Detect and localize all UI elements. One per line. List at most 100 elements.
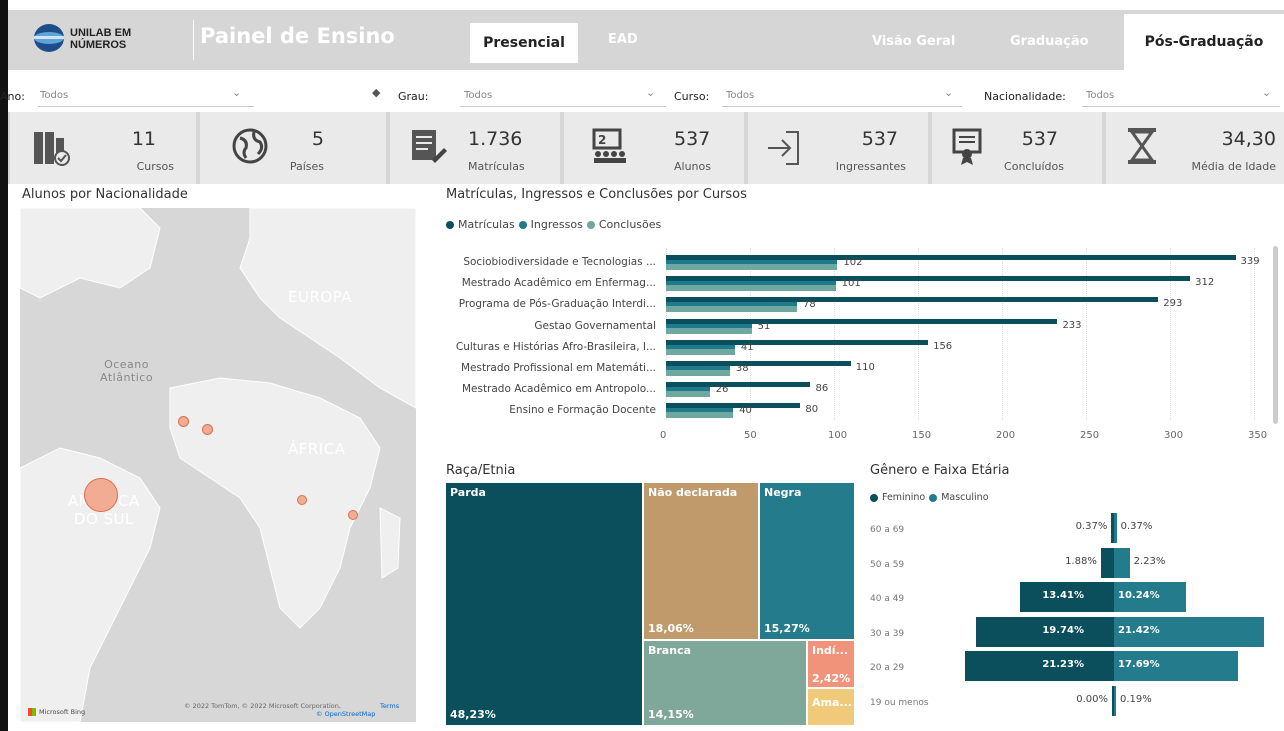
filter-ano-label: Ano: bbox=[0, 90, 25, 103]
bar-ingressos bbox=[666, 366, 730, 370]
map-label-oceano: Oceano Atlântico bbox=[100, 358, 154, 384]
tab-graduacao[interactable]: Graduação bbox=[1010, 34, 1089, 49]
chevron-down-icon[interactable]: ⌄ bbox=[646, 86, 655, 99]
bar-category-label: Culturas e Histórias Afro-Brasileira, I.… bbox=[455, 340, 656, 353]
map-osm-link[interactable]: © OpenStreetMap bbox=[316, 710, 375, 718]
chevron-down-icon[interactable]: ⌄ bbox=[1262, 86, 1271, 99]
map-bubble-angola[interactable] bbox=[297, 495, 307, 505]
treemap-pct-parda: 48,23% bbox=[450, 708, 496, 721]
bar-matriculas bbox=[666, 403, 801, 409]
treemap-title: Raça/Etnia bbox=[446, 463, 516, 478]
filter-nacionalidade-value[interactable]: Todos bbox=[1086, 90, 1114, 101]
x-gridline bbox=[1086, 248, 1087, 420]
treemap-label-negra: Negra bbox=[764, 486, 802, 499]
bar-value-matriculas: 312 bbox=[1195, 277, 1215, 289]
map-bubble-guine-bissau[interactable] bbox=[178, 416, 189, 427]
pyramid-bar-feminino bbox=[1112, 685, 1114, 716]
x-gridline bbox=[1002, 248, 1003, 420]
chart-scrollbar[interactable] bbox=[1273, 246, 1278, 424]
treemap-cell-parda[interactable]: Parda 48,23% bbox=[446, 483, 642, 725]
kpi-row: 11 Cursos 5 Países 1.736 Matrículas 2 53… bbox=[8, 112, 1284, 184]
x-tick-label: 150 bbox=[912, 430, 932, 441]
kpi-alunos: 2 537 Alunos bbox=[564, 112, 744, 184]
treemap-label-parda: Parda bbox=[450, 486, 486, 499]
x-gridline bbox=[1254, 248, 1255, 420]
bar-chart-legend: Matrículas Ingressos Conclusões bbox=[446, 218, 661, 231]
filter-ano-value[interactable]: Todos bbox=[40, 90, 68, 101]
map-bubble-mocambique[interactable] bbox=[348, 510, 358, 520]
bar-value-matriculas: 80 bbox=[805, 404, 819, 416]
bar-value-ingressos: 26 bbox=[715, 384, 729, 396]
bing-logo: Microsoft Bing bbox=[28, 708, 85, 716]
bar-value-matriculas: 86 bbox=[815, 383, 829, 395]
pyramid-bar-feminino bbox=[1111, 513, 1114, 543]
document-pen-icon bbox=[412, 130, 447, 163]
tab-pos-graduacao[interactable]: Pós-Graduação bbox=[1124, 14, 1284, 70]
bar-category-label: Programa de Pós-Graduação Interdi... bbox=[458, 298, 656, 311]
bar-value-ingressos: 41 bbox=[740, 341, 754, 353]
bar-matriculas bbox=[666, 318, 1058, 324]
pyramid-legend: Feminino Masculino bbox=[870, 492, 989, 503]
map-bubble-guine[interactable] bbox=[202, 424, 213, 435]
nationality-map[interactable]: EUROPA Oceano Atlântico ÁFRICA AMÉRICA D… bbox=[20, 208, 416, 722]
bar-matriculas bbox=[666, 361, 851, 366]
chevron-down-icon[interactable]: ⌄ bbox=[232, 86, 241, 99]
kpi-cursos-label: Cursos bbox=[136, 160, 174, 173]
pyramid-value-feminino: 21.23% bbox=[1042, 659, 1084, 670]
kpi-concluidos-value: 537 bbox=[1021, 128, 1058, 150]
legend-label-matriculas: Matrículas bbox=[458, 218, 515, 231]
filter-grau-underline bbox=[460, 106, 666, 107]
treemap-label-indigena: Indí... bbox=[812, 644, 849, 657]
treemap-cell-amarela[interactable]: Ama... bbox=[808, 689, 854, 725]
books-icon bbox=[34, 132, 70, 166]
map-terms-link[interactable]: Terms bbox=[380, 702, 399, 710]
kpi-matriculas: 1.736 Matrículas bbox=[390, 112, 560, 184]
x-gridline bbox=[1170, 248, 1171, 420]
kpi-media-idade-value: 34,30 bbox=[1221, 128, 1276, 150]
treemap-cell-indigena[interactable]: Indí... 2,42% bbox=[808, 641, 854, 687]
treemap-cell-branca[interactable]: Branca 14,15% bbox=[644, 641, 806, 725]
map-bubble-brasil[interactable] bbox=[84, 478, 118, 512]
pyramid-age-label: 50 a 59 bbox=[870, 559, 905, 570]
bar-conclusoes bbox=[666, 348, 735, 355]
filter-curso-value[interactable]: Todos bbox=[726, 90, 754, 101]
bar-category-label: Mestrado Profissional em Matemáti... bbox=[461, 362, 656, 374]
bar-value-ingressos: 102 bbox=[843, 257, 863, 268]
bing-label: Microsoft Bing bbox=[39, 708, 86, 716]
bar-conclusoes bbox=[666, 412, 734, 419]
eraser-icon[interactable]: ◆ bbox=[372, 86, 380, 99]
bar-matriculas bbox=[666, 382, 811, 388]
tab-visao-geral[interactable]: Visão Geral bbox=[872, 34, 955, 49]
treemap-cell-nao-declarada[interactable]: Não declarada 18,06% bbox=[644, 483, 758, 639]
x-gridline bbox=[834, 248, 835, 420]
legend-label-ingressos: Ingressos bbox=[530, 218, 583, 231]
filter-grau-label: Grau: bbox=[398, 90, 429, 103]
hourglass-icon bbox=[1128, 128, 1156, 164]
pyramid-value-masculino: 0.19% bbox=[1120, 693, 1152, 705]
pyramid-age-label: 30 a 39 bbox=[870, 628, 905, 639]
bar-ingressos bbox=[666, 260, 838, 264]
tab-ead[interactable]: EAD bbox=[608, 32, 638, 47]
bar-chart-title: Matrículas, Ingressos e Conclusões por C… bbox=[446, 187, 747, 202]
pyramid-bar-masculino bbox=[1114, 513, 1117, 543]
pyramid-value-masculino: 0.37% bbox=[1120, 521, 1153, 532]
tab-presencial[interactable]: Presencial bbox=[470, 23, 578, 63]
map-label-africa: ÁFRICA bbox=[288, 440, 346, 458]
bar-ingressos bbox=[666, 387, 710, 392]
treemap-cell-negra[interactable]: Negra 15,27% bbox=[760, 483, 854, 639]
kpi-media-idade: 34,30 Média de Idade bbox=[1106, 112, 1284, 184]
header-bar: UNILAB EM NÚMEROS Painel de Ensino Prese… bbox=[8, 10, 1284, 70]
kpi-paises: 5 Países bbox=[200, 112, 386, 184]
pyramid-value-feminino: 0.00% bbox=[1076, 693, 1108, 705]
x-tick-label: 350 bbox=[1248, 430, 1268, 441]
bar-value-matriculas: 293 bbox=[1163, 298, 1183, 310]
legend-label-conclusoes: Conclusões bbox=[598, 218, 662, 231]
bar-value-matriculas: 110 bbox=[855, 362, 875, 373]
filter-grau-value[interactable]: Todos bbox=[464, 90, 492, 101]
pyramid-bar-feminino bbox=[965, 651, 1114, 681]
x-tick-label: 0 bbox=[660, 430, 667, 441]
bar-matriculas bbox=[666, 255, 1236, 260]
kpi-concluidos-label: Concluídos bbox=[1004, 160, 1064, 173]
chevron-down-icon[interactable]: ⌄ bbox=[944, 86, 953, 99]
enter-arrow-icon bbox=[768, 131, 799, 165]
